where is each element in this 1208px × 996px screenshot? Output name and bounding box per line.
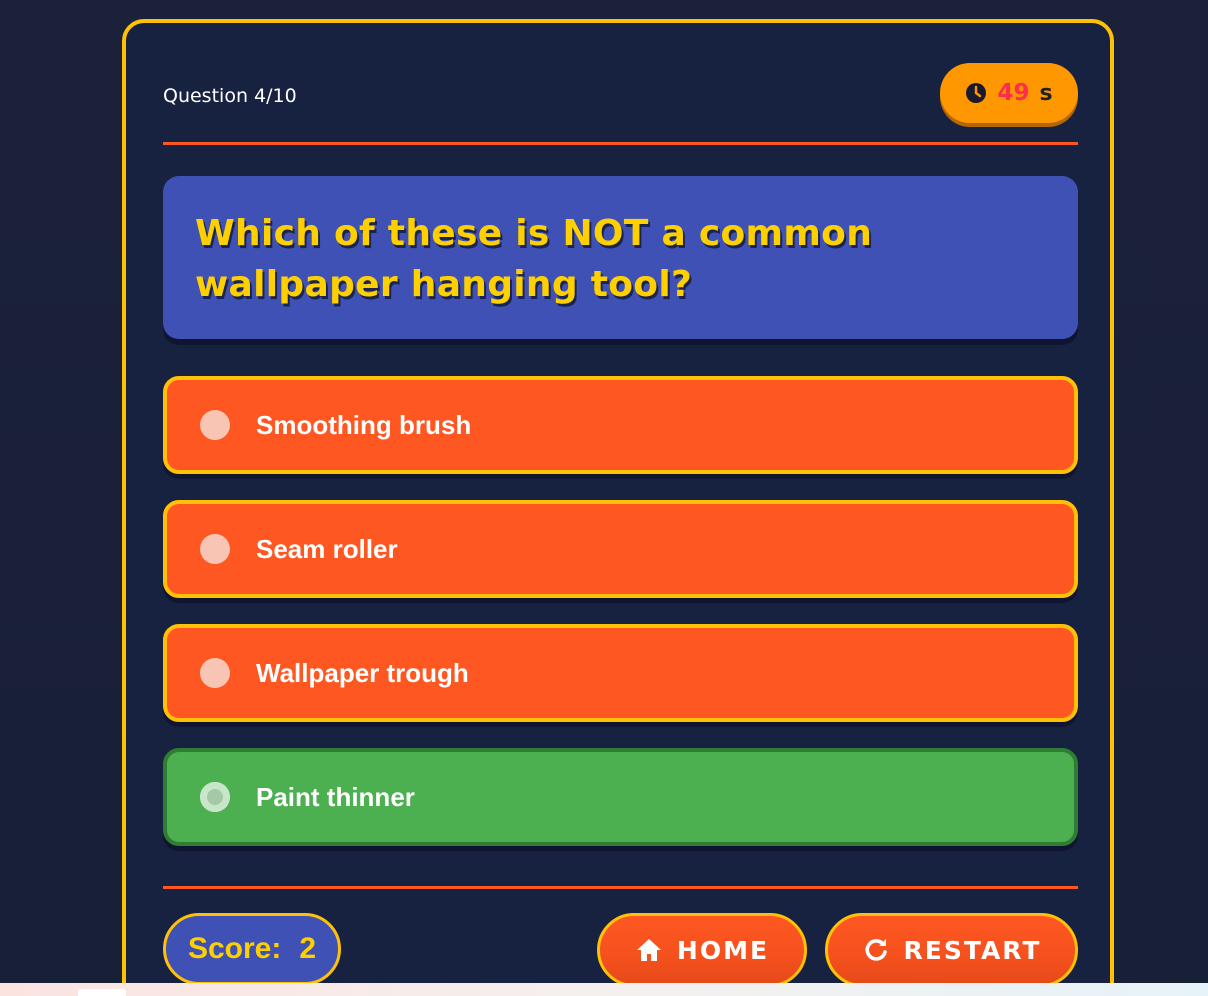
clock-icon	[965, 82, 987, 104]
quiz-page: Question 4/10 49 s Which of these is NOT…	[0, 0, 1208, 996]
question-text: Which of these is NOT a common wallpaper…	[195, 213, 873, 305]
bottom-strip	[0, 983, 1208, 996]
answer-option-correct[interactable]: Paint thinner	[163, 748, 1078, 846]
score-value: 2	[299, 932, 317, 965]
home-icon	[635, 936, 663, 964]
answer-options: Smoothing brush Seam roller Wallpaper tr…	[163, 376, 1078, 872]
answer-option[interactable]: Seam roller	[163, 500, 1078, 598]
home-button[interactable]: HOME	[597, 913, 807, 987]
option-radio	[200, 410, 230, 440]
option-label: Smoothing brush	[256, 409, 472, 440]
timer-value: 49	[997, 80, 1030, 106]
quiz-footer: Score: 2 HOME RESTART	[163, 913, 1078, 993]
option-label: Paint thinner	[256, 781, 415, 812]
answer-option[interactable]: Wallpaper trough	[163, 624, 1078, 722]
restart-button[interactable]: RESTART	[825, 913, 1078, 987]
home-button-label: HOME	[676, 935, 770, 965]
header-divider	[163, 142, 1078, 145]
timer-badge: 49 s	[940, 63, 1078, 123]
timer-unit: s	[1039, 80, 1053, 106]
question-box: Which of these is NOT a common wallpaper…	[163, 176, 1078, 339]
restart-icon	[862, 936, 890, 964]
score-label: Score:	[187, 932, 282, 965]
restart-button-label: RESTART	[903, 935, 1042, 965]
score-badge: Score: 2	[163, 913, 341, 985]
option-label: Wallpaper trough	[256, 657, 469, 688]
quiz-header: Question 4/10 49 s	[163, 63, 1078, 127]
quiz-card: Question 4/10 49 s Which of these is NOT…	[122, 19, 1114, 996]
question-counter: Question 4/10	[163, 85, 297, 107]
option-radio	[200, 658, 230, 688]
answer-option[interactable]: Smoothing brush	[163, 376, 1078, 474]
option-label: Seam roller	[256, 533, 398, 564]
option-radio	[200, 534, 230, 564]
option-radio-selected	[200, 782, 230, 812]
strip-tab	[78, 989, 126, 996]
footer-divider	[163, 886, 1078, 889]
